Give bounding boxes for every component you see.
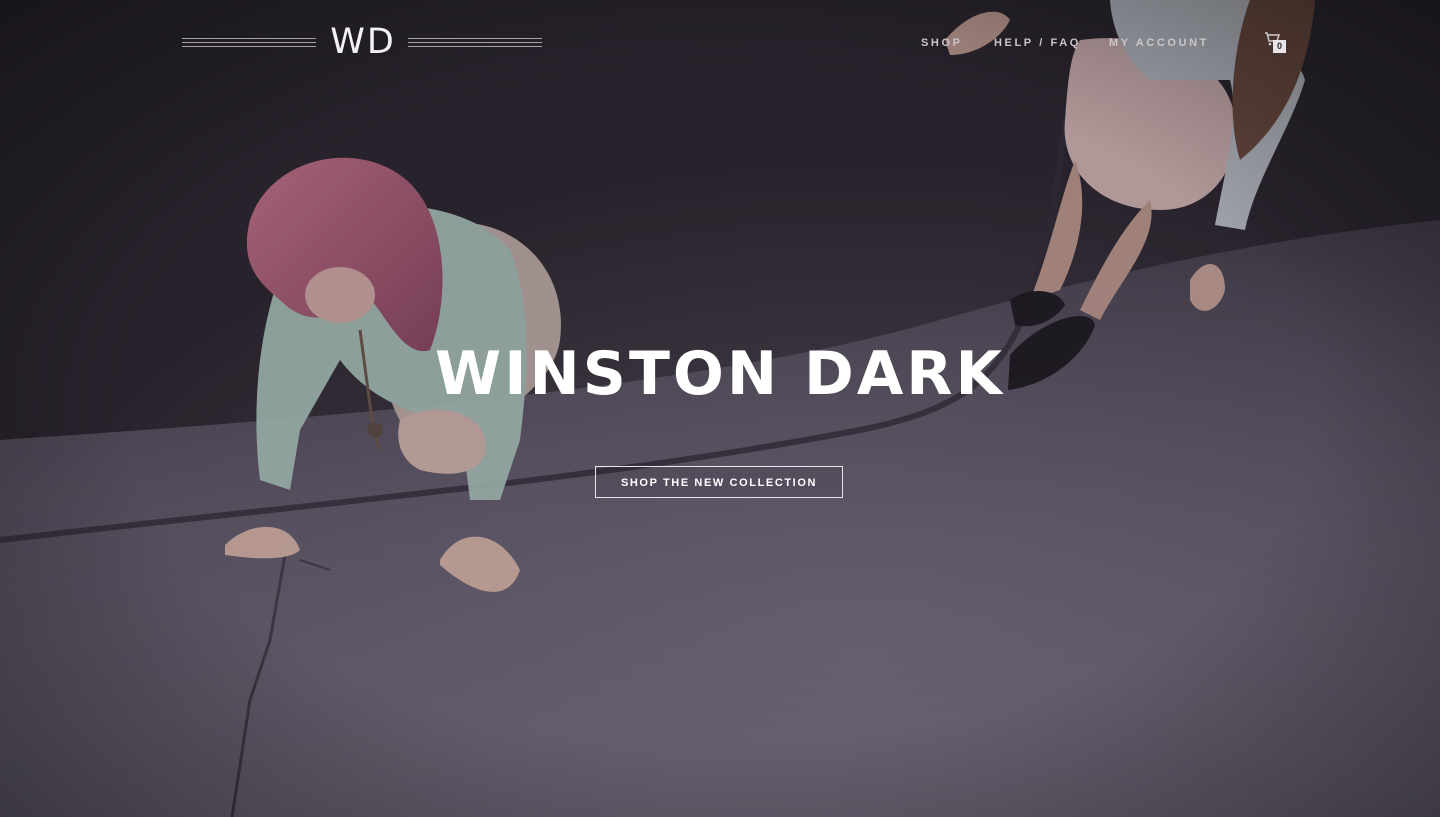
nav-help-faq-link[interactable]: HELP / FAQ	[994, 36, 1081, 52]
logo-right-rule	[408, 38, 542, 47]
site-logo[interactable]: WD	[182, 22, 542, 62]
logo-left-rule	[182, 38, 316, 47]
nav-shop-link[interactable]: SHOP	[921, 36, 963, 52]
cart-button[interactable]: 0	[1264, 32, 1288, 54]
hero-title: WINSTON DARK	[435, 339, 1005, 409]
hero-section: WD SHOP HELP / FAQ MY ACCOUNT 0 WINSTON …	[0, 0, 1440, 817]
shop-new-collection-button[interactable]: SHOP THE NEW COLLECTION	[595, 466, 843, 498]
cart-count-badge: 0	[1273, 40, 1286, 53]
nav-my-account-link[interactable]: MY ACCOUNT	[1109, 36, 1209, 52]
site-header: WD SHOP HELP / FAQ MY ACCOUNT 0	[0, 0, 1440, 90]
logo-text: WD	[330, 22, 396, 62]
